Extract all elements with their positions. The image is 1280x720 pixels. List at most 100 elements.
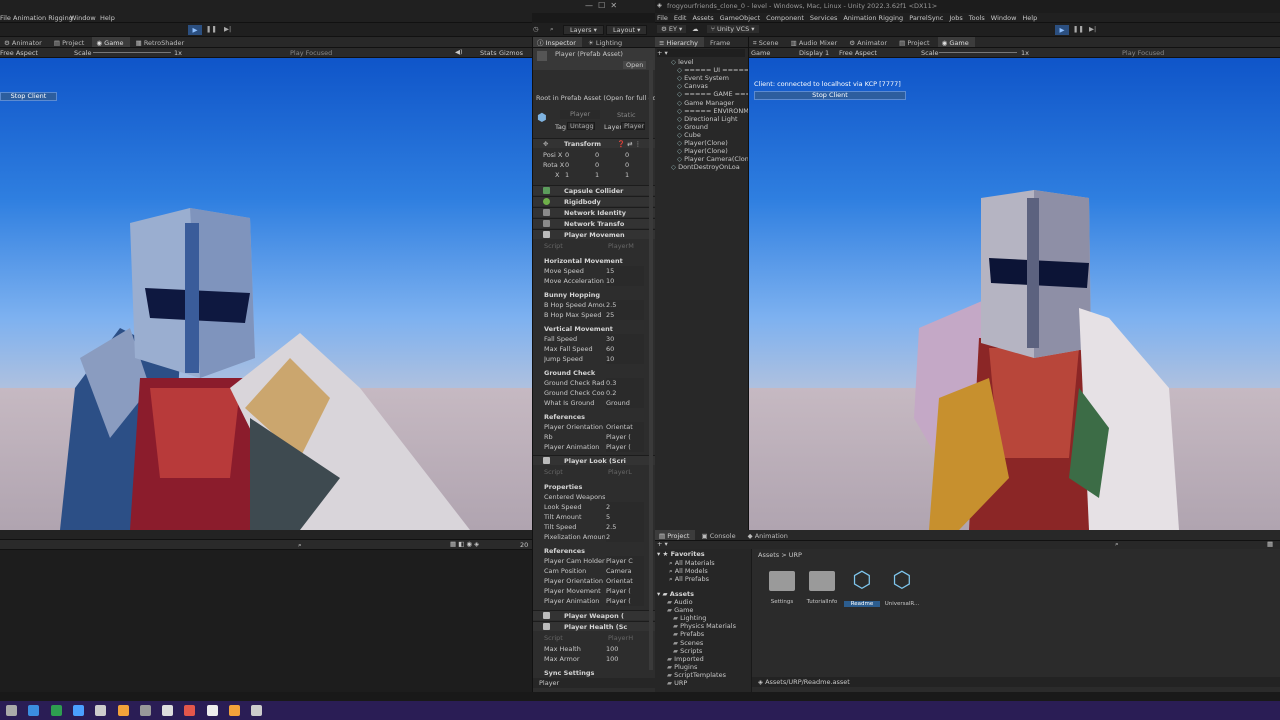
tab-console[interactable]: ▣ Console	[698, 530, 742, 540]
add-icon[interactable]: + ▾	[657, 540, 668, 548]
folder-item[interactable]: ▰ Imported	[667, 655, 704, 663]
field-value[interactable]: 10	[606, 354, 644, 364]
step-button[interactable]: ▶|	[224, 25, 231, 33]
transform-header[interactable]: ✥ Transform ❓ ⇄ ⋮	[533, 138, 655, 148]
menu-item[interactable]: ParrelSync	[909, 14, 943, 22]
asset-item[interactable]: ⬡ UniversalR...	[884, 567, 920, 612]
field-value[interactable]: 0.2	[606, 388, 644, 398]
menu-item[interactable]: Assets	[692, 14, 713, 22]
mute-icon[interactable]: ◀)	[455, 48, 463, 56]
field-value[interactable]: 10	[606, 276, 644, 286]
tab-hierarchy[interactable]: ≡ Hierarchy	[655, 37, 704, 47]
app-icon[interactable]	[72, 705, 84, 716]
menu-item[interactable]: Animation Rigging	[843, 14, 903, 22]
folder-item[interactable]: ▰ Game	[667, 606, 693, 614]
hierarchy-item[interactable]: ◇ ===== GAME =====	[677, 90, 748, 98]
field-value[interactable]: 30	[606, 334, 644, 344]
tab-retroshader[interactable]: ▦ RetroShader	[132, 37, 191, 47]
tab-audio-mixer[interactable]: ▥ Audio Mixer	[787, 37, 844, 47]
field-value[interactable]: Player (	[606, 596, 644, 606]
scale-slider[interactable]	[939, 52, 1017, 53]
field-value[interactable]: 2	[606, 502, 644, 512]
folder-item[interactable]: ▰ Scenes	[673, 639, 703, 647]
object-name-field[interactable]: Player	[560, 110, 600, 119]
hierarchy-search[interactable]: + ▾	[657, 49, 745, 57]
excel-icon[interactable]	[50, 705, 62, 716]
aspect-dropdown[interactable]: Free Aspect	[0, 49, 38, 57]
hierarchy-item[interactable]: ◇ Player(Clone)	[677, 139, 728, 147]
right-pause-button[interactable]: ❚❚	[1073, 25, 1084, 33]
play-button[interactable]: ▶	[188, 25, 202, 35]
tag-dropdown[interactable]: Untagg	[567, 122, 595, 130]
hierarchy-item[interactable]: ◇ Game Manager	[677, 99, 734, 107]
tab-animator[interactable]: ⚙ Animator	[0, 37, 48, 47]
hierarchy-item[interactable]: ◇ Player Camera(Clon	[677, 155, 748, 163]
transform-z[interactable]: 0	[625, 150, 629, 160]
component-player-weapon[interactable]: Player Weapon (	[533, 610, 655, 620]
asset-item[interactable]: Settings	[764, 567, 800, 612]
history-icon[interactable]: ◷	[533, 25, 539, 33]
field-value[interactable]: Orientat	[606, 422, 644, 432]
project-filter-icon[interactable]: ▦	[1267, 540, 1273, 548]
folder-item[interactable]: ▰ Scripts	[673, 647, 702, 655]
tab-animation[interactable]: ◆ Animation	[744, 530, 794, 540]
component-network-transform[interactable]: Network Transfo	[533, 218, 655, 228]
aspect-dropdown[interactable]: Free Aspect	[839, 49, 877, 57]
left-game-view[interactable]: Stop Client	[0, 58, 532, 530]
right-step-button[interactable]: ▶|	[1089, 25, 1096, 33]
hierarchy-item[interactable]: ◇ Canvas	[677, 82, 708, 90]
breadcrumb-assets[interactable]: Assets	[758, 551, 779, 559]
menu-item[interactable]: Window	[991, 14, 1017, 22]
component-capsule-collider[interactable]: Capsule Collider	[533, 185, 655, 195]
menu-item[interactable]: GameObject	[720, 14, 761, 22]
transform-z[interactable]: 1	[625, 170, 629, 180]
menu-item[interactable]: Edit	[674, 14, 687, 22]
folder-item[interactable]: ▰ Plugins	[667, 663, 697, 671]
settings-icon[interactable]	[6, 705, 17, 716]
hierarchy-item[interactable]: ◇ Ground	[677, 123, 708, 131]
field-value[interactable]: 100	[606, 644, 618, 654]
cloud-icon[interactable]: ☁	[692, 25, 699, 33]
tab-project[interactable]: ▤ Project	[50, 37, 90, 47]
favorite-item[interactable]: ⌕ All Prefabs	[669, 575, 709, 584]
field-value[interactable]: Player (	[606, 442, 644, 452]
field-value[interactable]: 5	[606, 512, 644, 522]
folder-item[interactable]: ▰ Audio	[667, 598, 693, 606]
right-stop-client-button[interactable]: Stop Client	[754, 91, 906, 100]
layers-dropdown[interactable]: Layers ▾	[563, 25, 604, 35]
left-stop-client-button[interactable]: Stop Client	[0, 92, 57, 101]
menu-item[interactable]: Help	[1022, 14, 1037, 22]
field-value[interactable]: Ground	[606, 398, 644, 408]
tab-frame[interactable]: Frame	[706, 37, 736, 47]
field-value[interactable]: Player (	[606, 586, 644, 596]
console-search-icon[interactable]: ⌕	[298, 541, 302, 550]
static-toggle[interactable]: Static	[617, 111, 636, 119]
fox-icon[interactable]	[117, 705, 129, 716]
inspector-scrollbar[interactable]	[649, 60, 653, 670]
component-rigidbody[interactable]: Rigidbody	[533, 196, 655, 206]
unity-icon[interactable]	[206, 705, 218, 716]
hierarchy-item[interactable]: ◇ Directional Light	[677, 115, 738, 123]
folder-item[interactable]: ▰ Physics Materials	[673, 622, 736, 630]
right-play-button[interactable]: ▶	[1055, 25, 1069, 35]
favorites-header[interactable]: ▾ ★ Favorites	[657, 550, 705, 558]
game-dropdown[interactable]: Game	[751, 49, 770, 57]
hierarchy-item[interactable]: ◇ Event System	[677, 74, 729, 82]
transform-y[interactable]: 0	[595, 150, 599, 160]
project-search-icon[interactable]: ⌕	[1115, 540, 1119, 549]
transform-y[interactable]: 1	[595, 170, 599, 180]
scale-slider[interactable]	[93, 52, 171, 53]
tab-lighting[interactable]: ☀ Lighting	[584, 37, 628, 47]
folder-item[interactable]: ▰ URP	[667, 679, 687, 687]
play-focused-dropdown[interactable]: Play Focused	[1122, 49, 1164, 57]
component-player-health[interactable]: Player Health (Sc	[533, 621, 655, 631]
gizmos-button[interactable]: Gizmos	[499, 49, 523, 57]
tab-project-bottom[interactable]: ▤ Project	[655, 530, 696, 540]
menu-item[interactable]: Jobs	[949, 14, 962, 22]
field-value[interactable]: 25	[606, 310, 644, 320]
chrome-icon[interactable]	[184, 705, 196, 716]
vcs-dropdown[interactable]: ⑂ Unity VCS ▾	[707, 25, 759, 33]
transform-x[interactable]: 1	[565, 170, 569, 180]
layer-dropdown[interactable]: Player	[621, 122, 645, 130]
field-value[interactable]: 0.3	[606, 378, 644, 388]
